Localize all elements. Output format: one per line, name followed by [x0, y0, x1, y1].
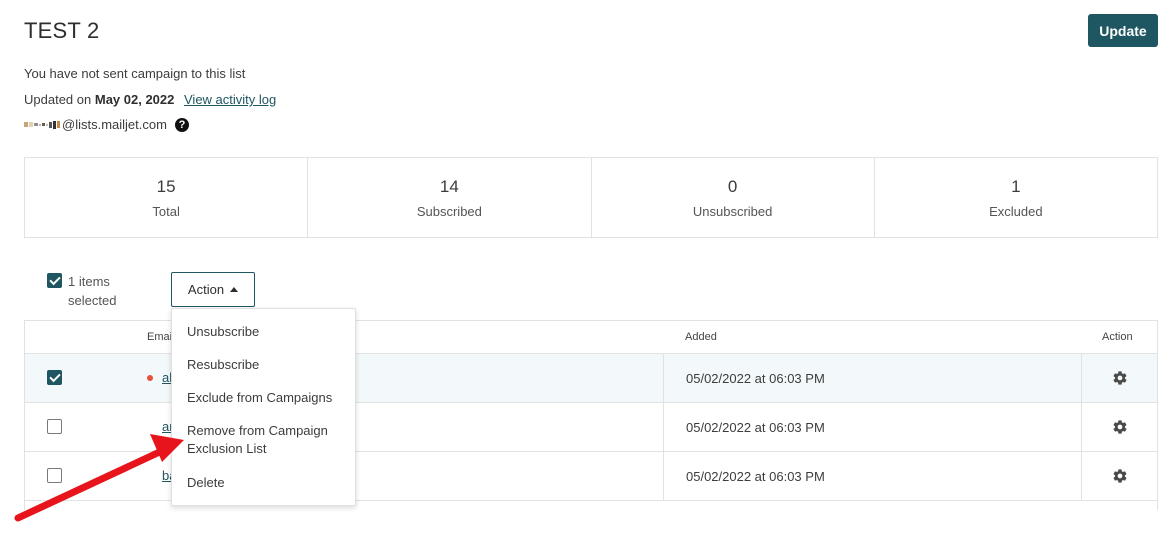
updated-info: Updated on May 02, 2022 View activity lo…: [24, 92, 276, 107]
stats-panel: 15 Total 14 Subscribed 0 Unsubscribed 1 …: [24, 157, 1158, 238]
header-action: Action: [1102, 331, 1133, 343]
page-title: TEST 2: [24, 18, 100, 43]
stat-value: 0: [727, 176, 738, 196]
update-button[interactable]: Update: [1088, 14, 1158, 47]
menu-item-delete[interactable]: Delete: [187, 474, 347, 492]
action-dropdown-button[interactable]: Action: [171, 272, 255, 307]
stat-label: Unsubscribed: [692, 203, 773, 219]
action-dropdown-menu: Unsubscribe Resubscribe Exclude from Cam…: [171, 308, 356, 506]
stat-total: 15 Total: [25, 158, 309, 237]
menu-item-exclude-from-campaigns[interactable]: Exclude from Campaigns: [187, 389, 347, 407]
menu-item-remove-from-exclusion-list[interactable]: Remove from Campaign Exclusion List: [187, 422, 337, 458]
gear-icon[interactable]: [1112, 468, 1128, 484]
selected-count-text: 1 items selected: [68, 274, 117, 308]
added-date: 05/02/2022 at 06:03 PM: [663, 452, 1081, 500]
added-date: 05/02/2022 at 06:03 PM: [663, 403, 1081, 451]
email-domain: @lists.mailjet.com: [62, 117, 167, 132]
action-label: Action: [187, 282, 225, 297]
row-action-cell: [1081, 354, 1158, 402]
help-icon[interactable]: ?: [174, 117, 189, 132]
menu-item-resubscribe[interactable]: Resubscribe: [187, 356, 347, 374]
stat-label: Total: [152, 203, 180, 219]
row-checkbox[interactable]: [47, 370, 62, 385]
row-checkbox[interactable]: [47, 419, 62, 434]
stat-value: 14: [439, 176, 459, 196]
updated-prefix: Updated on: [24, 92, 92, 107]
list-email: @lists.mailjet.com ?: [24, 117, 189, 132]
stat-label: Subscribed: [416, 203, 482, 219]
stat-value: 15: [156, 176, 176, 196]
view-activity-log-link[interactable]: View activity log: [184, 92, 276, 107]
gear-icon[interactable]: [1112, 370, 1128, 386]
added-date: 05/02/2022 at 06:03 PM: [663, 354, 1081, 402]
row-action-cell: [1081, 403, 1158, 451]
stat-value: 1: [1011, 176, 1021, 196]
select-all-checkbox[interactable]: [47, 273, 62, 288]
stat-excluded: 1 Excluded: [875, 158, 1157, 237]
stat-subscribed: 14 Subscribed: [308, 158, 592, 237]
campaign-status-text: You have not sent campaign to this list: [24, 66, 246, 81]
gear-icon[interactable]: [1112, 419, 1128, 435]
redacted-email-prefix: [24, 120, 60, 129]
stat-label: Excluded: [989, 203, 1043, 219]
row-checkbox[interactable]: [47, 468, 62, 483]
stat-unsubscribed: 0 Unsubscribed: [592, 158, 875, 237]
row-action-cell: [1081, 452, 1158, 500]
caret-up-icon: [230, 287, 239, 292]
updated-date: May 02, 2022: [94, 92, 175, 107]
excluded-status-dot: [147, 375, 153, 381]
menu-item-unsubscribe[interactable]: Unsubscribe: [187, 323, 347, 341]
header-added[interactable]: Added: [685, 331, 717, 343]
